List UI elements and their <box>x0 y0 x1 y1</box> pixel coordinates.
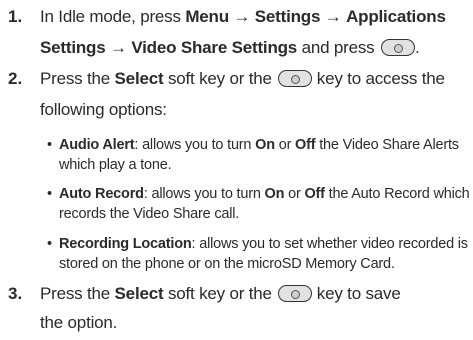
step-3-line-1: Press the Select soft key or the key to … <box>40 284 401 303</box>
step-number: 2. <box>8 69 23 88</box>
step-2-line-1: Press the Select soft key or the key to … <box>40 69 445 88</box>
step-number: 3. <box>8 284 23 303</box>
step-number: 1. <box>8 7 23 26</box>
step-2-line-2: following options: <box>40 100 167 119</box>
step-1-line-1: In Idle mode, press Menu → Settings → Ap… <box>40 7 446 26</box>
menu-ok-key-icon <box>278 285 313 302</box>
step-1-line-2: Settings → Video Share Settings and pres… <box>40 38 420 57</box>
menu-ok-key-icon <box>381 39 415 56</box>
menu-ok-key-icon <box>278 70 313 87</box>
step-3-line-2: the option. <box>40 313 118 332</box>
